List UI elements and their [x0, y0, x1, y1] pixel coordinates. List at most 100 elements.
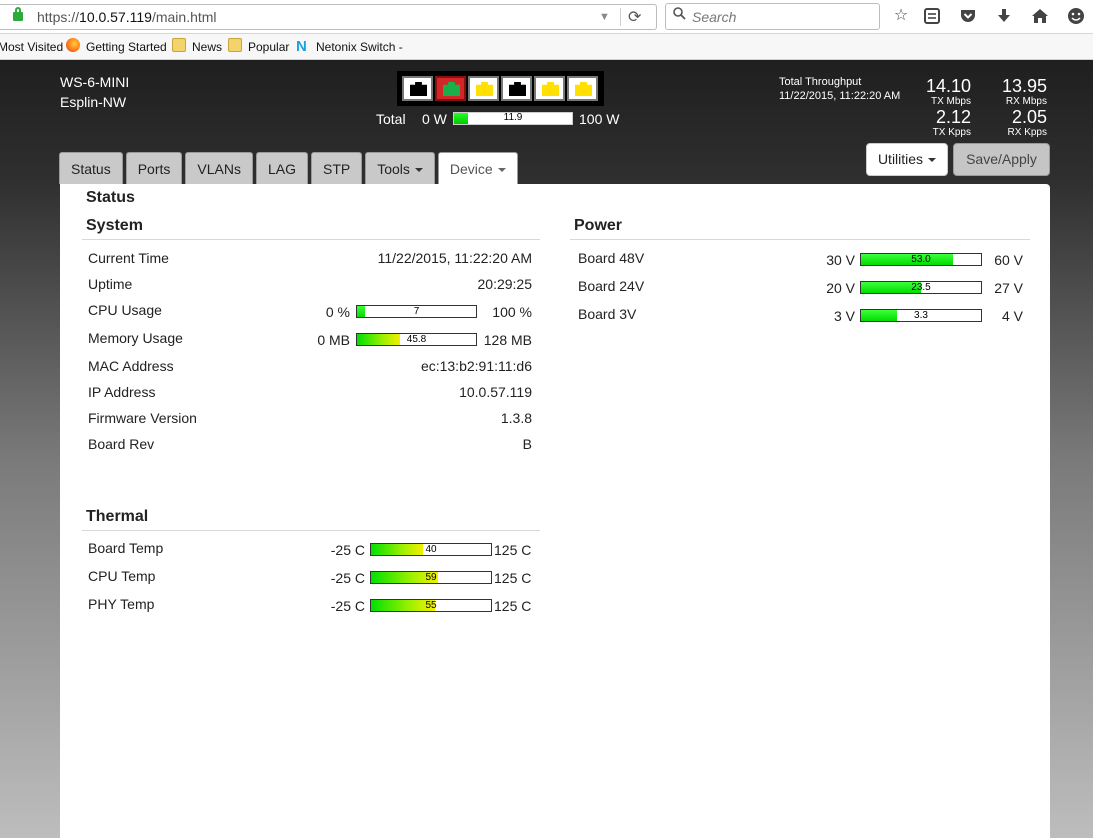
reading-list-icon[interactable]	[922, 6, 942, 26]
memory-min-label: 0 MB	[317, 332, 350, 348]
port-6[interactable]	[567, 76, 598, 101]
ethernet-port-icon	[410, 82, 427, 96]
download-icon[interactable]	[994, 6, 1014, 26]
netonix-logo-icon: N	[296, 38, 307, 55]
cpu-min-label: 0 %	[325, 304, 350, 320]
board-48v-value: 53.0	[911, 254, 931, 265]
phy-temp-min-label: -25 C	[330, 598, 365, 614]
uptime-value: 20:29:25	[477, 276, 533, 292]
board-temp-bar: 40	[370, 543, 492, 556]
url-bar[interactable]: https://10.0.57.119/main.html ▼ ⟳	[0, 4, 657, 30]
home-icon[interactable]	[1030, 6, 1050, 26]
bookmark-netonix-switch[interactable]: Netonix Switch -	[316, 40, 403, 54]
port-5[interactable]	[534, 76, 565, 101]
uptime-label: Uptime	[88, 276, 133, 292]
bookmark-most-visited[interactable]: Most Visited	[0, 40, 63, 54]
cpu-temp-min-label: -25 C	[330, 570, 365, 586]
mac-address-value: ec:13:b2:91:11:d6	[420, 358, 532, 374]
tab-stp[interactable]: STP	[310, 152, 363, 184]
tab-lag[interactable]: LAG	[255, 152, 308, 184]
board-rev-value: B	[522, 436, 532, 452]
power-usage-bar: 11.9	[453, 112, 573, 125]
pocket-icon[interactable]	[958, 6, 978, 26]
switch-ui-page: WS-6-MINI Esplin-NW Total 0 W 11.9 100 W…	[0, 60, 1093, 838]
port-4[interactable]	[501, 76, 532, 101]
port-2[interactable]	[435, 76, 466, 101]
tab-status[interactable]: Status	[59, 152, 123, 184]
thermal-divider	[82, 530, 540, 531]
port-1[interactable]	[402, 76, 433, 101]
power-usage-value: 11.9	[503, 112, 523, 123]
ethernet-port-icon	[443, 82, 460, 96]
bookmark-popular[interactable]: Popular	[248, 40, 289, 54]
throughput-title: Total Throughput	[779, 76, 862, 88]
bookmark-news[interactable]: News	[192, 40, 222, 54]
board-24v-label: Board 24V	[578, 278, 645, 294]
current-time-value: 11/22/2015, 11:22:20 AM	[377, 250, 532, 266]
board-3v-min-label: 3 V	[833, 308, 855, 324]
board-24v-max-label: 27 V	[994, 280, 1023, 296]
board-48v-label: Board 48V	[578, 250, 645, 266]
board-48v-max-label: 60 V	[994, 252, 1023, 268]
board-3v-max-label: 4 V	[1001, 308, 1023, 324]
ethernet-port-icon	[476, 82, 493, 96]
system-divider	[82, 239, 540, 240]
main-tabs: Status Ports VLANs LAG STP Tools Device	[59, 152, 518, 184]
current-time-label: Current Time	[88, 250, 169, 266]
board-3v-label: Board 3V	[578, 306, 637, 322]
tab-device[interactable]: Device	[437, 152, 518, 184]
port-status-strip	[397, 71, 604, 106]
board-24v-bar: 23.5	[860, 281, 982, 294]
bookmark-getting-started[interactable]: Getting Started	[86, 40, 167, 54]
device-location: Esplin-NW	[60, 94, 127, 110]
cpu-temp-bar: 59	[370, 571, 492, 584]
memory-usage-bar: 45.8	[356, 333, 477, 346]
firefox-icon	[66, 38, 80, 52]
search-icon	[673, 7, 686, 20]
phy-temp-bar: 55	[370, 599, 492, 612]
board-rev-label: Board Rev	[88, 436, 155, 452]
utilities-button[interactable]: Utilities	[866, 143, 948, 176]
firmware-version-value: 1.3.8	[500, 410, 532, 426]
ethernet-port-icon	[509, 82, 526, 96]
url-dropdown-icon[interactable]: ▼	[599, 11, 610, 23]
chevron-down-icon	[414, 168, 423, 173]
throughput-heading: Total Throughput 11/22/2015, 11:22:20 AM	[779, 75, 900, 103]
power-max-label: 100 W	[579, 111, 620, 127]
search-placeholder: Search	[692, 9, 737, 25]
reload-icon[interactable]: ⟳	[628, 7, 641, 27]
board-temp-value: 40	[425, 544, 437, 555]
firmware-version-label: Firmware Version	[88, 410, 197, 426]
device-identity: WS-6-MINI Esplin-NW	[60, 72, 129, 112]
ethernet-port-icon	[542, 82, 559, 96]
mac-address-label: MAC Address	[88, 358, 174, 374]
smiley-icon[interactable]	[1066, 6, 1086, 26]
power-min-label: 0 W	[422, 111, 447, 127]
tab-vlans[interactable]: VLANs	[185, 152, 253, 184]
url-text[interactable]: https://10.0.57.119/main.html	[37, 9, 217, 25]
save-apply-button[interactable]: Save/Apply	[953, 143, 1050, 176]
power-divider	[570, 239, 1030, 240]
lock-icon	[13, 7, 23, 21]
rx-kpps: 2.05 RX Kpps	[1007, 107, 1047, 138]
memory-usage-label: Memory Usage	[88, 330, 183, 346]
cpu-usage-value: 7	[413, 306, 420, 317]
url-divider	[620, 8, 621, 26]
board-48v-bar: 53.0	[860, 253, 982, 266]
memory-usage-value: 45.8	[406, 334, 427, 345]
phy-temp-label: PHY Temp	[88, 596, 155, 612]
port-3[interactable]	[468, 76, 499, 101]
cpu-temp-value: 59	[425, 572, 437, 583]
tab-ports[interactable]: Ports	[125, 152, 183, 184]
memory-max-label: 128 MB	[483, 332, 532, 348]
tab-tools[interactable]: Tools	[365, 152, 435, 184]
search-box[interactable]: Search	[665, 3, 880, 30]
rx-mbps: 13.95 RX Mbps	[1001, 76, 1047, 107]
bookmark-star-icon[interactable]: ☆	[891, 6, 911, 26]
status-panel: Status System Current Time 11/22/2015, 1…	[60, 184, 1050, 838]
ethernet-port-icon	[575, 82, 592, 96]
board-temp-min-label: -25 C	[330, 542, 365, 558]
board-temp-max-label: 125 C	[494, 542, 532, 558]
bookmarks-toolbar: Most Visited Getting Started News Popula…	[0, 34, 1093, 60]
cpu-temp-label: CPU Temp	[88, 568, 156, 584]
